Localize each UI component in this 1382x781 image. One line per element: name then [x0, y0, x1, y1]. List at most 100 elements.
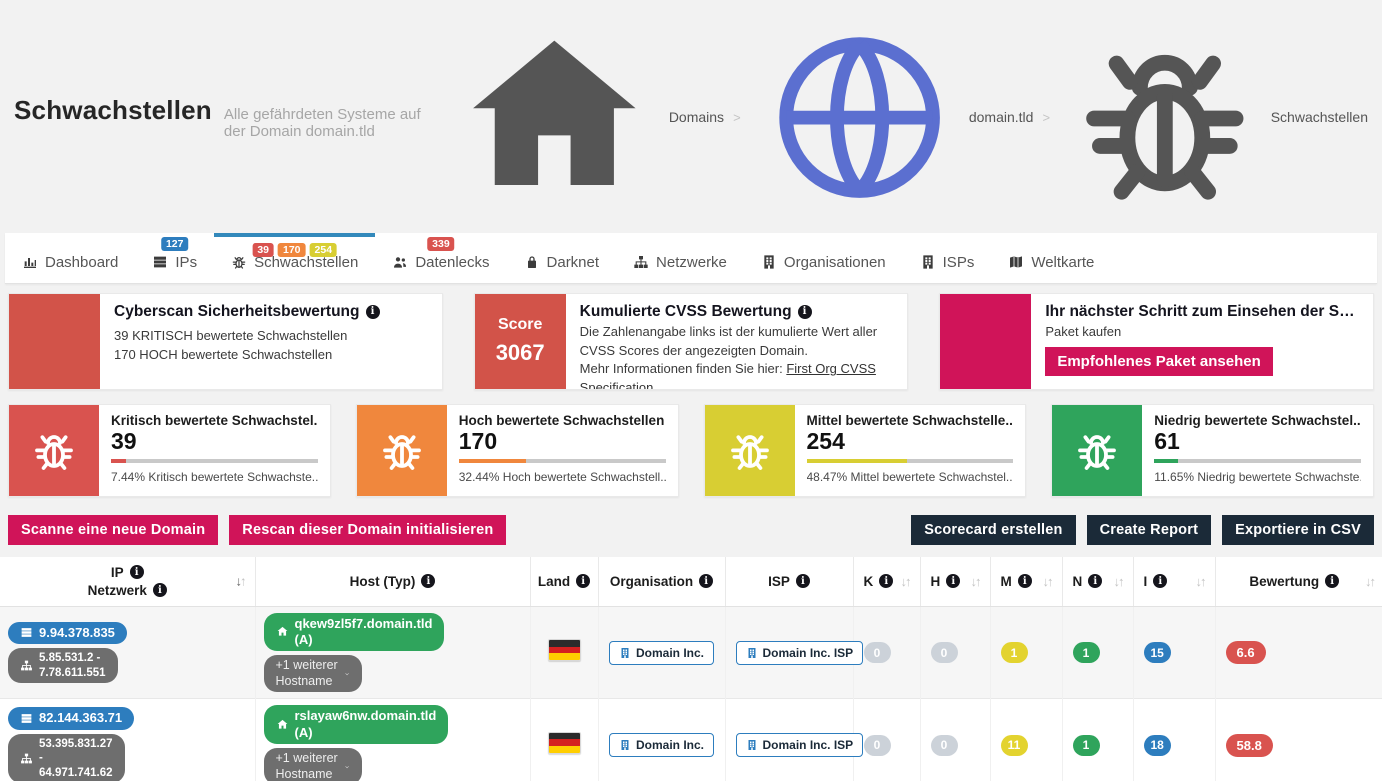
- ip-pill[interactable]: 82.144.363.71: [8, 707, 134, 729]
- count-badge: 339: [427, 237, 455, 252]
- server-icon: [152, 254, 168, 270]
- building-icon: [761, 254, 777, 270]
- stat-progress-bar: [1154, 459, 1361, 463]
- high-count-line: 170 HOCH bewertete Schwachstellen: [114, 346, 428, 365]
- info-icon[interactable]: [366, 305, 380, 319]
- stat-value: 39: [111, 428, 318, 454]
- info-icon[interactable]: [879, 574, 893, 588]
- count-pill-m: 11: [1001, 735, 1028, 756]
- column-header-isp[interactable]: ISP: [725, 557, 853, 607]
- hostname-pill[interactable]: rslayaw6nw.domain.tld (A): [264, 705, 449, 744]
- sort-icon[interactable]: [1043, 574, 1052, 589]
- tab-bar: Dashboard127IPs39170254Schwachstellen339…: [5, 233, 1377, 284]
- tab-weltkarte[interactable]: Weltkarte: [991, 233, 1111, 283]
- tab-netzwerke[interactable]: Netzwerke: [616, 233, 744, 283]
- info-icon[interactable]: [1153, 574, 1167, 588]
- tab-datenlecks[interactable]: 339Datenlecks: [375, 233, 506, 283]
- network-range-pill[interactable]: 53.395.831.27 - 64.971.741.62: [8, 734, 125, 781]
- action-buttons-row: Scanne eine neue Domain Rescan dieser Do…: [0, 507, 1382, 557]
- column-header-land[interactable]: Land: [530, 557, 598, 607]
- breadcrumb-item-schwachstellen[interactable]: Schwachstellen: [1033, 17, 1368, 217]
- stat-caption: 11.65% Niedrig bewertete Schwachste...: [1154, 470, 1361, 484]
- external-link-icon: [655, 380, 667, 389]
- score-box: Score 3067: [475, 294, 566, 389]
- lock-icon: [524, 254, 540, 270]
- breadcrumb-item-domain-tld[interactable]: domain.tld: [724, 14, 1033, 221]
- column-header-n[interactable]: N: [1062, 557, 1133, 607]
- rescan-domain-button[interactable]: Rescan dieser Domain initialisieren: [229, 515, 506, 545]
- sort-icon[interactable]: [236, 574, 245, 589]
- column-label: Bewertung: [1249, 574, 1319, 589]
- create-report-button[interactable]: Create Report: [1087, 515, 1212, 545]
- building-icon: [746, 647, 758, 659]
- tab-badge-group: 339: [427, 237, 455, 252]
- more-hostnames-dropdown[interactable]: +1 weiterer Hostname: [264, 748, 363, 781]
- sitemap-icon: [20, 659, 33, 672]
- column-header-i[interactable]: I: [1133, 557, 1215, 607]
- sort-icon[interactable]: [1365, 574, 1374, 589]
- column-header-h[interactable]: H: [920, 557, 990, 607]
- building-icon: [619, 739, 631, 751]
- info-icon[interactable]: [796, 574, 810, 588]
- cvss-more-info-prefix: Mehr Informationen finden Sie hier:: [580, 361, 787, 376]
- bar-chart-icon: [22, 254, 38, 270]
- next-step-title: Ihr nächster Schritt zum Einsehen der Sc…: [1045, 303, 1359, 321]
- network-range: 53.395.831.27 - 64.971.741.62: [39, 737, 113, 780]
- tab-label: Darknet: [547, 254, 600, 271]
- info-icon[interactable]: [1325, 574, 1339, 588]
- view-recommended-package-button[interactable]: Empfohlenes Paket ansehen: [1045, 347, 1272, 376]
- info-icon[interactable]: [699, 574, 713, 588]
- scan-new-domain-button[interactable]: Scanne eine neue Domain: [8, 515, 218, 545]
- column-header-bewertung[interactable]: Bewertung: [1215, 557, 1382, 607]
- ip-pill[interactable]: 9.94.378.835: [8, 622, 127, 644]
- table-row: 82.144.363.71 53.395.831.27 - 64.971.741.…: [0, 699, 1382, 781]
- organisation-button-label: Domain Inc.: [636, 646, 704, 660]
- stat-caption: 48.47% Mittel bewertete Schwachstel...: [807, 470, 1014, 484]
- hostname-pill[interactable]: qkew9zl5f7.domain.tld (A): [264, 613, 445, 652]
- map-icon: [1008, 254, 1024, 270]
- ip-address: 9.94.378.835: [39, 625, 115, 641]
- breadcrumb-item-domains[interactable]: Domains: [446, 9, 724, 226]
- score-label: Score: [498, 316, 542, 334]
- isp-button[interactable]: Domain Inc. ISP: [736, 733, 864, 757]
- column-header-ip-network[interactable]: IPNetzwerk: [0, 557, 255, 607]
- info-icon[interactable]: [946, 574, 960, 588]
- column-header-organisation[interactable]: Organisation: [598, 557, 725, 607]
- isp-button-label: Domain Inc. ISP: [763, 646, 854, 660]
- table-row: 9.94.378.835 5.85.531.2 - 7.78.611.551 qke…: [0, 606, 1382, 699]
- sort-icon[interactable]: [1114, 574, 1123, 589]
- info-icon[interactable]: [798, 305, 812, 319]
- tab-organisationen[interactable]: Organisationen: [744, 233, 903, 283]
- tab-dashboard[interactable]: Dashboard: [5, 233, 135, 283]
- info-icon[interactable]: [576, 574, 590, 588]
- isp-button[interactable]: Domain Inc. ISP: [736, 641, 864, 665]
- sort-icon[interactable]: [901, 574, 910, 589]
- stat-icon-box: [705, 405, 795, 496]
- tab-label: Organisationen: [784, 254, 886, 271]
- info-icon[interactable]: [130, 565, 144, 579]
- info-icon[interactable]: [153, 583, 167, 597]
- organisation-button[interactable]: Domain Inc.: [609, 641, 714, 665]
- tab-darknet[interactable]: Darknet: [507, 233, 617, 283]
- column-header-k[interactable]: K: [853, 557, 920, 607]
- chevron-down-icon: [344, 668, 350, 680]
- organisation-button[interactable]: Domain Inc.: [609, 733, 714, 757]
- tab-schwachstellen[interactable]: 39170254Schwachstellen: [214, 233, 375, 283]
- info-icon[interactable]: [1088, 574, 1102, 588]
- sort-icon[interactable]: [971, 574, 980, 589]
- network-range-pill[interactable]: 5.85.531.2 - 7.78.611.551: [8, 648, 118, 683]
- info-icon[interactable]: [421, 574, 435, 588]
- stat-caption: 7.44% Kritisch bewertete Schwachste...: [111, 470, 318, 484]
- column-header-host[interactable]: Host (Typ): [255, 557, 530, 607]
- column-header-m[interactable]: M: [990, 557, 1062, 607]
- more-hostnames-dropdown[interactable]: +1 weiterer Hostname: [264, 655, 363, 692]
- tab-ips[interactable]: 127IPs: [135, 233, 214, 283]
- create-scorecard-button[interactable]: Scorecard erstellen: [911, 515, 1075, 545]
- info-icon[interactable]: [1018, 574, 1032, 588]
- export-csv-button[interactable]: Exportiere in CSV: [1222, 515, 1374, 545]
- tab-isps[interactable]: ISPs: [903, 233, 992, 283]
- more-hostnames-label: +1 weiterer Hostname: [276, 751, 339, 781]
- stat-value: 170: [459, 428, 666, 454]
- sort-icon[interactable]: [1196, 574, 1205, 589]
- next-step-card: Ihr nächster Schritt zum Einsehen der Sc…: [939, 293, 1374, 390]
